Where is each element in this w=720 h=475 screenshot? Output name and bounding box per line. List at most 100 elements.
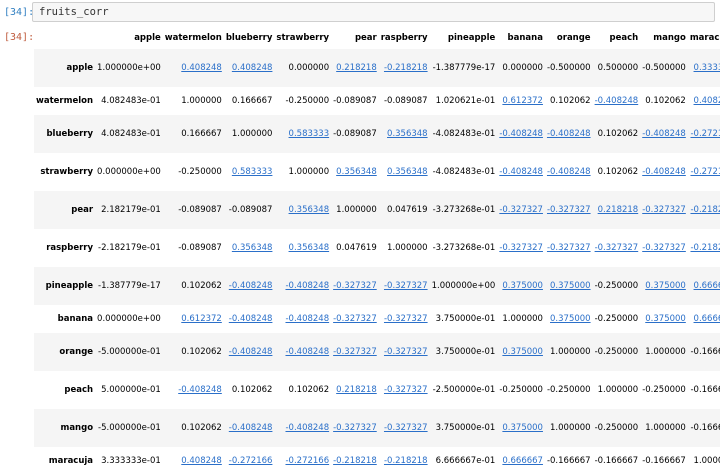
cell-link[interactable]: -0.218218: [690, 243, 720, 253]
table-cell[interactable]: 0.375000: [497, 409, 545, 447]
table-cell[interactable]: -0.327327: [593, 229, 641, 267]
table-cell[interactable]: -0.218218: [688, 229, 720, 267]
table-cell[interactable]: -0.272166: [688, 153, 720, 191]
cell-link[interactable]: 0.218218: [336, 63, 377, 73]
table-cell[interactable]: -0.327327: [331, 305, 379, 333]
table-cell[interactable]: 0.218218: [331, 49, 379, 87]
table-cell[interactable]: 0.356348: [379, 153, 430, 191]
table-cell[interactable]: -0.327327: [379, 371, 430, 409]
cell-link[interactable]: 0.375000: [645, 314, 686, 324]
table-cell[interactable]: -0.218218: [379, 447, 430, 475]
table-cell[interactable]: -0.327327: [497, 229, 545, 267]
table-cell[interactable]: -0.327327: [640, 191, 688, 229]
cell-link[interactable]: -0.327327: [333, 347, 377, 357]
cell-link[interactable]: 0.612372: [181, 314, 222, 324]
cell-link[interactable]: 0.356348: [387, 167, 428, 177]
cell-link[interactable]: -0.408248: [499, 167, 543, 177]
code-editor[interactable]: fruits_corr: [32, 2, 715, 22]
cell-link[interactable]: -0.272166: [690, 167, 720, 177]
table-cell[interactable]: -0.408248: [224, 333, 275, 371]
cell-link[interactable]: 0.218218: [336, 385, 377, 395]
table-cell[interactable]: -0.218218: [331, 447, 379, 475]
cell-link[interactable]: 0.356348: [387, 129, 428, 139]
table-cell[interactable]: 0.375000: [640, 305, 688, 333]
table-cell[interactable]: -0.408248: [163, 371, 224, 409]
table-cell[interactable]: 0.333333: [688, 49, 720, 87]
table-cell[interactable]: 0.218218: [331, 371, 379, 409]
table-cell[interactable]: 0.666667: [497, 447, 545, 475]
cell-link[interactable]: -0.272166: [690, 129, 720, 139]
table-cell[interactable]: 0.356348: [274, 229, 331, 267]
cell-link[interactable]: 0.218218: [598, 205, 639, 215]
cell-link[interactable]: -0.218218: [690, 205, 720, 215]
table-cell[interactable]: 0.408248: [224, 49, 275, 87]
cell-link[interactable]: -0.327327: [547, 243, 591, 253]
table-cell[interactable]: -0.272166: [224, 447, 275, 475]
table-cell[interactable]: -0.408248: [224, 305, 275, 333]
table-cell[interactable]: -0.408248: [640, 115, 688, 153]
cell-link[interactable]: -0.327327: [333, 281, 377, 291]
input-cell[interactable]: [34]: fruits_corr: [0, 0, 720, 26]
table-cell[interactable]: -0.327327: [640, 229, 688, 267]
cell-link[interactable]: -0.327327: [642, 243, 686, 253]
cell-link[interactable]: -0.408248: [178, 385, 222, 395]
cell-link[interactable]: 0.408248: [181, 63, 222, 73]
cell-link[interactable]: 0.583333: [289, 129, 330, 139]
table-cell[interactable]: -0.327327: [331, 409, 379, 447]
table-cell[interactable]: -0.408248: [640, 153, 688, 191]
table-cell[interactable]: -0.327327: [379, 267, 430, 305]
table-cell[interactable]: -0.327327: [545, 191, 593, 229]
table-cell[interactable]: 0.356348: [379, 115, 430, 153]
table-cell[interactable]: 0.375000: [545, 305, 593, 333]
table-cell[interactable]: -0.408248: [545, 153, 593, 191]
table-cell[interactable]: -0.272166: [274, 447, 331, 475]
cell-link[interactable]: 0.666667: [694, 314, 720, 324]
cell-link[interactable]: -0.327327: [547, 205, 591, 215]
table-cell[interactable]: 0.375000: [545, 267, 593, 305]
cell-link[interactable]: -0.408248: [285, 347, 329, 357]
cell-link[interactable]: 0.408248: [694, 96, 720, 106]
table-cell[interactable]: 0.408248: [163, 49, 224, 87]
table-cell[interactable]: 0.356348: [224, 229, 275, 267]
table-cell[interactable]: 0.612372: [497, 87, 545, 115]
cell-link[interactable]: -0.327327: [384, 281, 428, 291]
cell-link[interactable]: 0.666667: [502, 456, 543, 466]
table-cell[interactable]: 0.583333: [274, 115, 331, 153]
table-cell[interactable]: -0.272166: [688, 115, 720, 153]
cell-link[interactable]: -0.408248: [285, 281, 329, 291]
table-cell[interactable]: -0.408248: [497, 115, 545, 153]
table-cell[interactable]: -0.327327: [379, 409, 430, 447]
cell-link[interactable]: 0.375000: [502, 423, 543, 433]
cell-link[interactable]: 0.666667: [694, 281, 720, 291]
table-cell[interactable]: 0.375000: [497, 267, 545, 305]
table-cell[interactable]: -0.408248: [274, 305, 331, 333]
cell-link[interactable]: -0.408248: [229, 347, 273, 357]
cell-link[interactable]: -0.327327: [384, 423, 428, 433]
table-cell[interactable]: -0.408248: [224, 409, 275, 447]
cell-link[interactable]: -0.327327: [499, 243, 543, 253]
cell-link[interactable]: 0.356348: [289, 205, 330, 215]
cell-link[interactable]: -0.408248: [229, 281, 273, 291]
table-cell[interactable]: 0.218218: [593, 191, 641, 229]
cell-link[interactable]: -0.408248: [285, 423, 329, 433]
table-cell[interactable]: -0.327327: [545, 229, 593, 267]
cell-link[interactable]: -0.218218: [384, 63, 428, 73]
table-cell[interactable]: -0.218218: [379, 49, 430, 87]
cell-link[interactable]: -0.272166: [229, 456, 273, 466]
cell-link[interactable]: 0.356348: [336, 167, 377, 177]
table-cell[interactable]: 0.583333: [224, 153, 275, 191]
cell-link[interactable]: -0.408248: [499, 129, 543, 139]
table-cell[interactable]: -0.327327: [331, 333, 379, 371]
cell-link[interactable]: -0.272166: [285, 456, 329, 466]
table-cell[interactable]: 0.666667: [688, 305, 720, 333]
cell-link[interactable]: -0.408248: [229, 314, 273, 324]
table-cell[interactable]: 0.356348: [331, 153, 379, 191]
table-cell[interactable]: -0.327327: [331, 267, 379, 305]
cell-link[interactable]: 0.583333: [232, 167, 273, 177]
table-cell[interactable]: -0.327327: [379, 305, 430, 333]
table-cell[interactable]: -0.408248: [497, 153, 545, 191]
cell-link[interactable]: -0.408248: [642, 129, 686, 139]
table-cell[interactable]: -0.408248: [274, 409, 331, 447]
cell-link[interactable]: 0.408248: [232, 63, 273, 73]
cell-link[interactable]: 0.375000: [502, 347, 543, 357]
